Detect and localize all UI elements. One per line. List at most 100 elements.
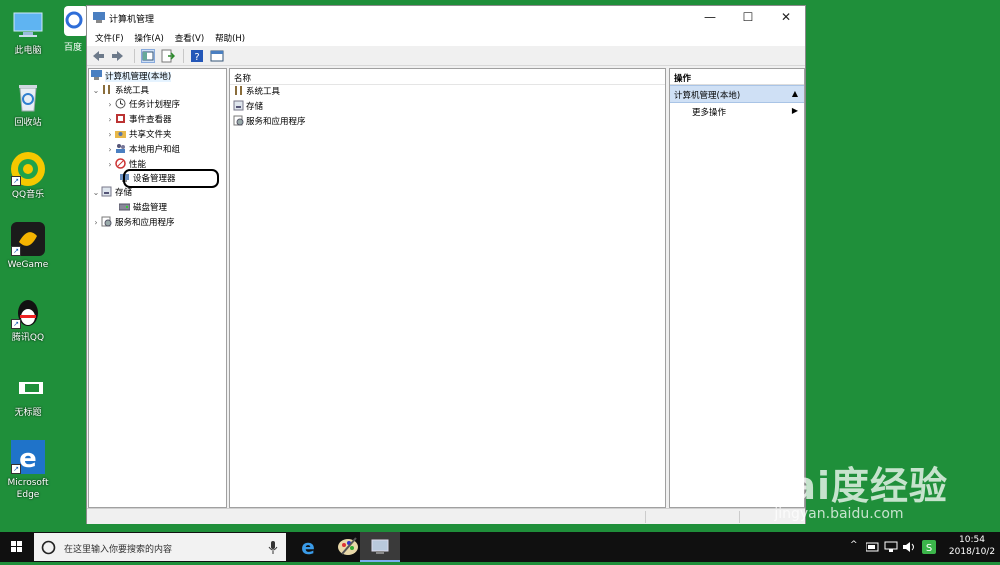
chevron-right-icon[interactable]: › bbox=[105, 113, 115, 127]
status-bar bbox=[87, 508, 805, 524]
system-tray: ^ S bbox=[848, 532, 938, 562]
desktop-icon-untitled[interactable]: 无标题 bbox=[0, 370, 56, 419]
taskbar: 在这里输入你要搜索的内容 e ^ S 10:54 2018/10/2 bbox=[0, 532, 1000, 562]
chevron-down-icon[interactable]: ⌄ bbox=[91, 84, 101, 98]
users-icon bbox=[115, 143, 126, 154]
tree-services-applications[interactable]: › 服务和应用程序 bbox=[91, 216, 175, 230]
services-icon bbox=[101, 216, 112, 227]
tree-storage[interactable]: ⌄ 存储 bbox=[91, 186, 132, 200]
desktop-icon-baidu-partial[interactable]: 百度 bbox=[64, 6, 88, 54]
list-item[interactable]: 存储 bbox=[230, 100, 665, 115]
storage-icon bbox=[233, 100, 244, 111]
shortcut-arrow-icon: ↗ bbox=[11, 176, 21, 186]
tree-disk-management[interactable]: 磁盘管理 bbox=[118, 201, 167, 215]
shortcut-arrow-icon: ↗ bbox=[11, 464, 21, 474]
tree-task-scheduler[interactable]: › 任务计划程序 bbox=[105, 98, 180, 112]
maximize-button[interactable]: ☐ bbox=[729, 6, 767, 30]
show-hide-tree-icon[interactable] bbox=[140, 49, 155, 63]
export-list-icon[interactable] bbox=[161, 49, 175, 63]
menu-view[interactable]: 查看(V) bbox=[171, 30, 208, 46]
svg-text:e: e bbox=[19, 444, 37, 474]
cortana-icon bbox=[41, 540, 56, 555]
shortcut-arrow-icon: ↗ bbox=[11, 319, 21, 329]
window-title: 计算机管理 bbox=[109, 15, 155, 25]
chevron-right-icon[interactable]: › bbox=[105, 98, 115, 112]
close-button[interactable]: ✕ bbox=[767, 6, 805, 30]
computer-management-window: 计算机管理 — ☐ ✕ 文件(F) 操作(A) 查看(V) 帮助(H) ? 计算… bbox=[86, 5, 806, 524]
taskbar-computer-management[interactable] bbox=[360, 532, 400, 562]
chevron-right-icon: ▶ bbox=[791, 106, 798, 115]
event-log-icon bbox=[115, 113, 126, 124]
performance-icon bbox=[115, 158, 126, 169]
computer-icon bbox=[11, 8, 45, 42]
svg-text:e: e bbox=[301, 535, 315, 559]
menu-action[interactable]: 操作(A) bbox=[130, 30, 167, 46]
battery-icon[interactable] bbox=[866, 542, 880, 552]
list-item[interactable]: 系统工具 bbox=[230, 85, 665, 100]
toolbar-separator bbox=[133, 49, 135, 63]
actions-selected-item[interactable]: 计算机管理(本地) ▲ bbox=[670, 85, 804, 103]
network-icon[interactable] bbox=[884, 541, 898, 553]
chevron-right-icon[interactable]: › bbox=[105, 158, 115, 172]
disk-icon bbox=[118, 201, 131, 212]
svg-text:?: ? bbox=[195, 52, 200, 63]
chevron-right-icon[interactable]: › bbox=[105, 128, 115, 142]
desktop-icon-qq[interactable]: ↗ 腾讯QQ bbox=[0, 295, 56, 344]
clock[interactable]: 10:54 2018/10/2 bbox=[944, 532, 1000, 562]
edge-icon: e ↗ bbox=[11, 440, 45, 474]
tree-system-tools[interactable]: ⌄ 系统工具 bbox=[91, 84, 149, 98]
tree-local-users-groups[interactable]: › 本地用户和组 bbox=[105, 143, 180, 157]
desktop-icon-qq-music[interactable]: ↗ QQ音乐 bbox=[0, 152, 56, 201]
menu-help[interactable]: 帮助(H) bbox=[211, 30, 249, 46]
taskbar-search-box[interactable]: 在这里输入你要搜索的内容 bbox=[34, 533, 286, 561]
column-header-name[interactable]: 名称 bbox=[230, 69, 665, 85]
menu-file[interactable]: 文件(F) bbox=[91, 30, 128, 46]
microphone-icon[interactable] bbox=[268, 541, 278, 554]
tree-event-viewer[interactable]: › 事件查看器 bbox=[105, 113, 172, 127]
chevron-right-icon[interactable]: › bbox=[91, 216, 101, 230]
menu-bar: 文件(F) 操作(A) 查看(V) 帮助(H) bbox=[87, 30, 805, 46]
desktop-icon-recycle-bin[interactable]: 回收站 bbox=[0, 80, 56, 129]
chevron-up-icon[interactable]: ^ bbox=[850, 540, 858, 550]
annotation-circle bbox=[123, 169, 219, 188]
taskbar-edge[interactable]: e bbox=[288, 532, 328, 562]
tree-shared-folders[interactable]: › 共享文件夹 bbox=[105, 128, 171, 142]
computer-management-icon bbox=[91, 70, 102, 81]
toolbar-separator bbox=[183, 49, 185, 63]
shared-folder-icon bbox=[115, 128, 126, 139]
back-icon[interactable] bbox=[91, 49, 105, 63]
services-icon bbox=[233, 115, 244, 126]
watermark-logo: Bai度经验 bbox=[760, 464, 948, 508]
computer-management-icon bbox=[93, 12, 105, 23]
storage-icon bbox=[101, 186, 112, 197]
shortcut-arrow-icon: ↗ bbox=[11, 246, 21, 256]
volume-icon[interactable] bbox=[902, 541, 916, 553]
qq-penguin-icon: ↗ bbox=[11, 295, 45, 329]
toolbar: ? bbox=[87, 46, 805, 66]
start-button[interactable] bbox=[0, 532, 34, 562]
desktop-icon-wegame[interactable]: ↗ WeGame bbox=[0, 222, 56, 271]
list-item[interactable]: 服务和应用程序 bbox=[230, 115, 665, 130]
tree-root-computer-management[interactable]: 计算机管理(本地) bbox=[91, 70, 172, 84]
windows-logo-icon bbox=[11, 541, 22, 552]
chevron-down-icon[interactable]: ⌄ bbox=[91, 186, 101, 200]
title-bar[interactable]: 计算机管理 — ☐ ✕ bbox=[87, 6, 805, 30]
minimize-button[interactable]: — bbox=[691, 6, 729, 30]
properties-icon[interactable] bbox=[210, 49, 224, 63]
actions-pane: 操作 计算机管理(本地) ▲ 更多操作 ▶ bbox=[669, 68, 805, 508]
forward-icon[interactable] bbox=[111, 49, 125, 63]
help-icon[interactable]: ? bbox=[190, 49, 204, 63]
baidu-jingyan-watermark: Bai度经验 jingyan.baidu.com bbox=[760, 455, 948, 522]
recycle-bin-icon bbox=[11, 80, 45, 114]
desktop-icon-edge[interactable]: e ↗ Microsoft Edge bbox=[0, 440, 56, 501]
console-tree: 计算机管理(本地) ⌄ 系统工具 › 任务计划程序 › 事件查看器 › 共享文件夹 › 本… bbox=[88, 68, 227, 508]
edge-icon: e bbox=[301, 535, 315, 559]
collapse-up-icon[interactable]: ▲ bbox=[792, 89, 798, 98]
tools-icon bbox=[233, 85, 244, 96]
chevron-right-icon[interactable]: › bbox=[105, 143, 115, 157]
search-placeholder: 在这里输入你要搜索的内容 bbox=[64, 545, 173, 555]
desktop-icon-this-pc[interactable]: 此电脑 bbox=[0, 8, 56, 57]
input-method-icon[interactable]: S bbox=[922, 540, 936, 554]
qq-music-icon: ↗ bbox=[11, 152, 45, 186]
more-actions[interactable]: 更多操作 ▶ bbox=[670, 103, 804, 121]
